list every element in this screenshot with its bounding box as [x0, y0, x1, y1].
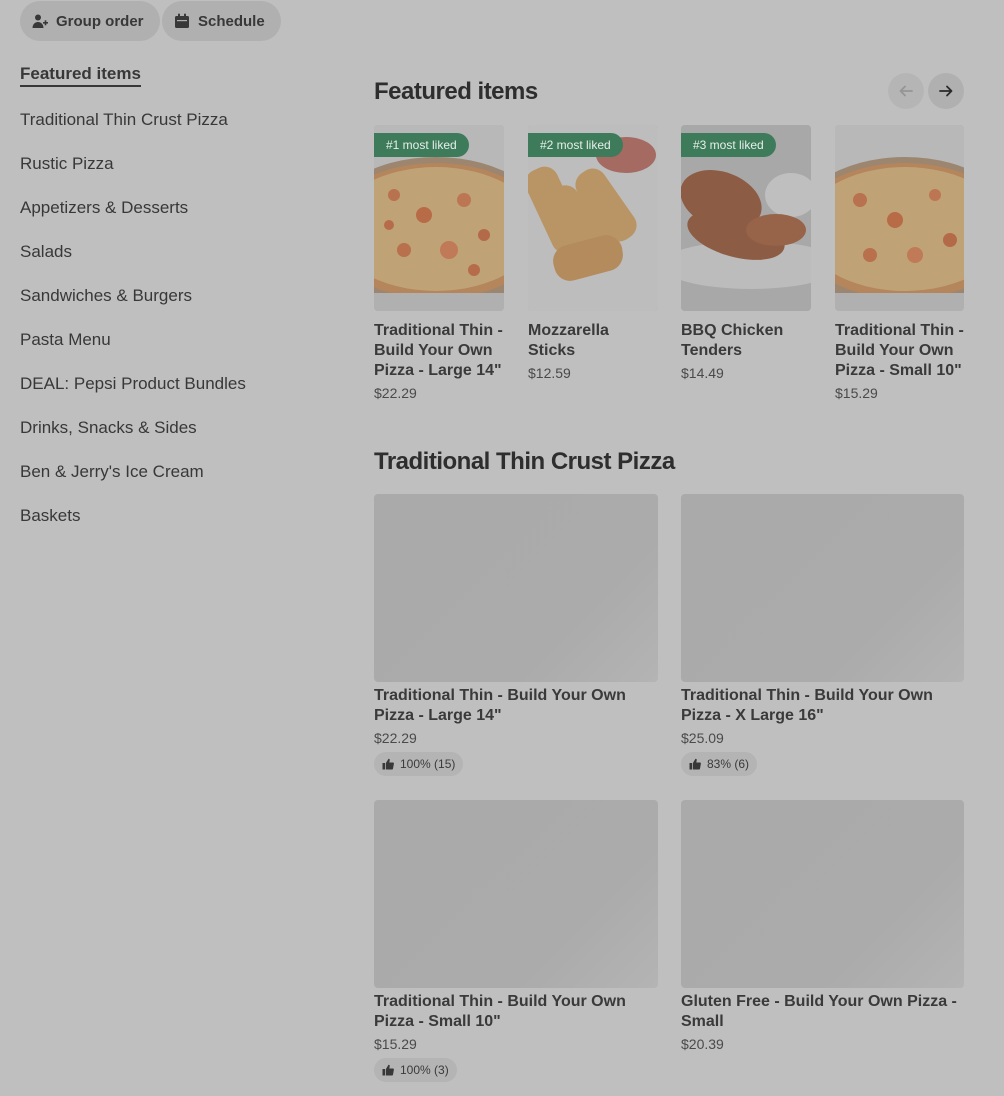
thumbs-up-icon — [382, 1064, 394, 1076]
arrow-right-icon — [939, 85, 953, 97]
sidebar-item-thin-crust[interactable]: Traditional Thin Crust Pizza — [20, 106, 320, 150]
calendar-icon — [175, 13, 189, 28]
menu-item-card[interactable]: Traditional Thin - Build Your Own Pizza … — [374, 800, 658, 1082]
sidebar-item-sandwiches[interactable]: Sandwiches & Burgers — [20, 282, 320, 326]
item-price: $22.29 — [374, 730, 417, 746]
item-name: Traditional Thin - Build Your Own Pizza … — [374, 993, 626, 1030]
item-photo-placeholder — [681, 494, 964, 682]
sidebar-item-ice-cream[interactable]: Ben & Jerry's Ice Cream — [20, 458, 320, 502]
sidebar-item-baskets[interactable]: Baskets — [20, 502, 320, 546]
thin-crust-section-title: Traditional Thin Crust Pizza — [374, 448, 675, 475]
group-order-button[interactable]: Group order — [20, 1, 160, 41]
sidebar-item-rustic[interactable]: Rustic Pizza — [20, 150, 320, 194]
rating-value: 100% (15) — [400, 757, 456, 771]
menu-item-card[interactable]: Traditional Thin - Build Your Own Pizza … — [374, 494, 658, 776]
thumbs-up-icon — [689, 758, 701, 770]
item-photo: #1 most liked — [374, 125, 504, 311]
schedule-label: Schedule — [198, 12, 265, 30]
item-price: $15.29 — [835, 385, 878, 401]
group-order-label: Group order — [56, 12, 144, 30]
menu-item-card[interactable]: Gluten Free - Build Your Own Pizza - Sma… — [681, 800, 964, 1052]
item-photo-placeholder — [374, 800, 658, 988]
item-photo — [835, 125, 964, 311]
item-photo: #3 most liked — [681, 125, 811, 311]
rating-badge: 100% (15) — [374, 752, 464, 776]
item-name: Traditional Thin - Build Your Own Pizza … — [374, 322, 503, 379]
item-photo-placeholder — [374, 494, 658, 682]
rating-badge: 100% (3) — [374, 1058, 457, 1082]
item-photo-placeholder — [681, 800, 964, 988]
carousel-next-button[interactable] — [928, 73, 964, 109]
item-price: $22.29 — [374, 385, 417, 401]
sidebar-item-appetizers[interactable]: Appetizers & Desserts — [20, 194, 320, 238]
item-price: $12.59 — [528, 365, 571, 381]
item-name: Traditional Thin - Build Your Own Pizza … — [835, 322, 964, 379]
menu-item-card[interactable]: Traditional Thin - Build Your Own Pizza … — [681, 494, 964, 776]
item-name: Mozzarella Sticks — [528, 322, 609, 359]
featured-item-card[interactable]: #1 most liked Traditional Thin - Build Y… — [374, 125, 504, 401]
item-price: $25.09 — [681, 730, 724, 746]
add-person-icon — [32, 14, 48, 28]
sidebar-item-featured[interactable]: Featured items — [20, 60, 320, 104]
most-liked-badge: #1 most liked — [374, 133, 469, 157]
most-liked-badge: #2 most liked — [528, 133, 623, 157]
item-photo: #2 most liked — [528, 125, 658, 311]
item-price: $15.29 — [374, 1036, 417, 1052]
thumbs-up-icon — [382, 758, 394, 770]
item-name: Gluten Free - Build Your Own Pizza - Sma… — [681, 993, 957, 1030]
most-liked-badge: #3 most liked — [681, 133, 776, 157]
rating-value: 100% (3) — [400, 1063, 449, 1077]
featured-item-card[interactable]: #2 most liked Mozzarella Sticks $12.59 — [528, 125, 658, 381]
menu-category-sidebar: Featured items Traditional Thin Crust Pi… — [20, 60, 320, 546]
featured-item-card[interactable]: Traditional Thin - Build Your Own Pizza … — [835, 125, 964, 401]
sidebar-item-pasta[interactable]: Pasta Menu — [20, 326, 320, 370]
carousel-prev-button[interactable] — [888, 73, 924, 109]
sidebar-item-drinks[interactable]: Drinks, Snacks & Sides — [20, 414, 320, 458]
featured-item-card[interactable]: #3 most liked BBQ Chicken Tenders $14.49 — [681, 125, 811, 381]
rating-value: 83% (6) — [707, 757, 750, 771]
sidebar-item-salads[interactable]: Salads — [20, 238, 320, 282]
item-name: Traditional Thin - Build Your Own Pizza … — [681, 687, 933, 724]
sidebar-item-pepsi-deal[interactable]: DEAL: Pepsi Product Bundles — [20, 370, 320, 414]
item-price: $20.39 — [681, 1036, 724, 1052]
item-name: Traditional Thin - Build Your Own Pizza … — [374, 687, 626, 724]
arrow-left-icon — [899, 85, 913, 97]
rating-badge: 83% (6) — [681, 752, 758, 776]
featured-section-title: Featured items — [374, 78, 538, 105]
item-name: BBQ Chicken Tenders — [681, 322, 784, 359]
schedule-button[interactable]: Schedule — [162, 1, 281, 41]
item-price: $14.49 — [681, 365, 724, 381]
